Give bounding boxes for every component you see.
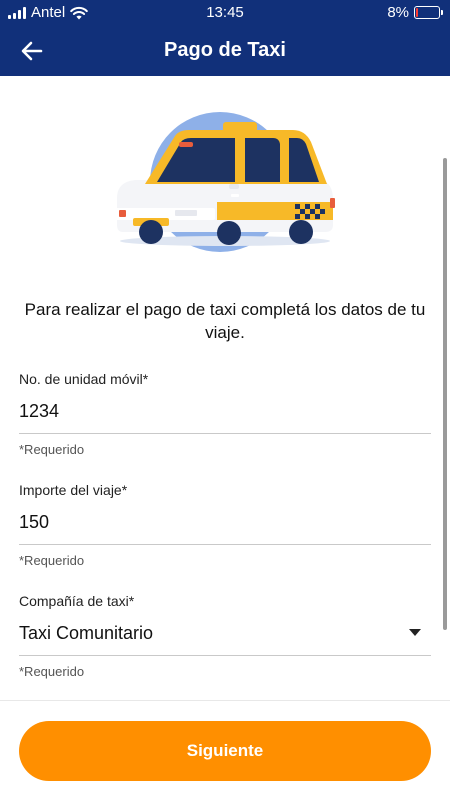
form-content[interactable]: Para realizar el pago de taxi completá l… <box>0 76 450 700</box>
scrollbar[interactable] <box>443 158 447 630</box>
unit-number-field[interactable]: No. de unidad móvil* 1234 *Requerido <box>19 371 431 457</box>
amount-helper: *Requerido <box>19 553 85 568</box>
battery-percent: 8% <box>387 4 409 21</box>
battery-fill <box>416 8 418 17</box>
amount-input[interactable]: 150 <box>19 508 431 536</box>
company-helper: *Requerido <box>19 664 85 679</box>
caret-down-icon[interactable] <box>409 629 421 636</box>
company-underline <box>19 655 431 656</box>
company-select[interactable]: Taxi Comunitario <box>19 619 431 647</box>
unit-number-underline <box>19 433 431 434</box>
company-label: Compañía de taxi* <box>19 593 135 609</box>
intro-text: Para realizar el pago de taxi completá l… <box>24 300 426 342</box>
amount-underline <box>19 544 431 545</box>
status-time: 13:45 <box>206 4 244 21</box>
company-field[interactable]: Compañía de taxi* Taxi Comunitario *Requ… <box>19 593 431 679</box>
unit-number-helper: *Requerido <box>19 442 85 457</box>
next-button[interactable]: Siguiente <box>19 721 431 781</box>
amount-label: Importe del viaje* <box>19 482 128 498</box>
page-title: Pago de Taxi <box>164 39 286 61</box>
company-select-value: Taxi Comunitario <box>19 623 154 643</box>
battery-icon <box>414 6 443 19</box>
status-bar: Antel 13:45 8% <box>0 0 450 26</box>
taxi-illustration <box>115 112 335 252</box>
unit-number-label: No. de unidad móvil* <box>19 371 149 387</box>
footer: Siguiente <box>0 700 450 800</box>
app-bar: Pago de Taxi <box>0 26 450 76</box>
status-right: 8% <box>387 4 443 21</box>
unit-number-input[interactable]: 1234 <box>19 397 431 425</box>
amount-field[interactable]: Importe del viaje* 150 *Requerido <box>19 482 431 568</box>
